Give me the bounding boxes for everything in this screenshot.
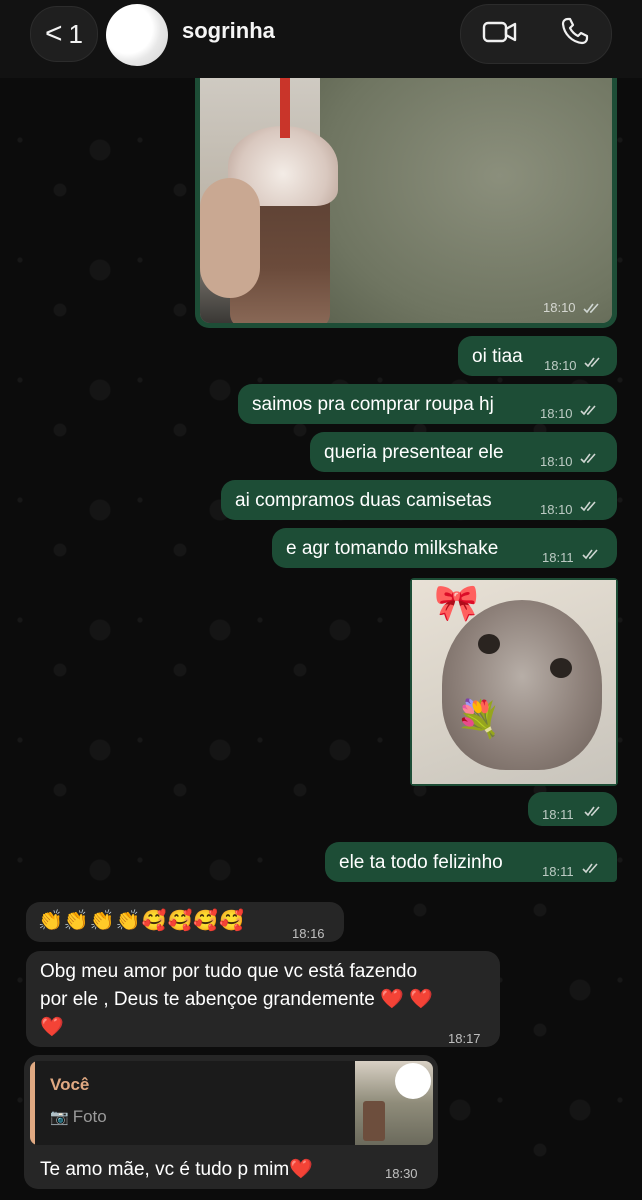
outgoing-message[interactable]: oi tiaa 18:10 — [458, 336, 617, 376]
reply-text: Te amo mãe, vc é tudo p mim❤️ — [40, 1159, 313, 1180]
outgoing-message[interactable]: e agr tomando milkshake 18:11 — [272, 528, 617, 568]
incoming-message[interactable]: Obg meu amor por tudo que vc está fazend… — [26, 951, 500, 1047]
outgoing-message[interactable]: saimos pra comprar roupa hj 18:10 — [238, 384, 617, 424]
message-time: 18:10 — [543, 300, 576, 315]
message-time: 18:30 — [385, 1166, 418, 1181]
unread-count: 1 — [68, 18, 83, 49]
read-ticks-icon — [580, 405, 596, 416]
quote-thumbnail — [355, 1061, 433, 1145]
camera-icon: 📷 — [50, 1109, 69, 1126]
video-call-icon[interactable] — [482, 18, 518, 46]
read-ticks-icon — [582, 863, 598, 874]
image-message[interactable]: 🎀 💐 — [410, 578, 618, 786]
bow-icon: 🎀 — [434, 582, 479, 623]
incoming-message[interactable]: 👏👏👏👏🥰🥰🥰🥰 18:16 — [26, 902, 344, 942]
image-message[interactable]: 18:10 — [195, 78, 617, 328]
outgoing-message[interactable]: ai compramos duas camisetas 18:10 — [221, 480, 617, 520]
quote-type: 📷 Foto — [50, 1107, 107, 1126]
phone-call-icon[interactable] — [560, 16, 590, 46]
read-ticks-icon — [580, 453, 596, 464]
avatar[interactable] — [106, 4, 168, 66]
outgoing-message[interactable]: ele ta todo felizinho 18:11 — [325, 842, 617, 882]
chevron-left-icon: < — [45, 17, 63, 50]
chat-header: < 1 sogrinha — [0, 0, 642, 78]
read-ticks-icon — [580, 501, 596, 512]
milkshake-photo — [200, 78, 612, 323]
read-ticks-icon — [583, 303, 599, 314]
quote-author: Você — [50, 1075, 90, 1094]
read-ticks-icon — [584, 357, 600, 368]
read-ticks-icon — [584, 806, 600, 817]
back-button[interactable]: < 1 — [30, 6, 98, 62]
quote-accent-bar — [30, 1061, 35, 1145]
outgoing-message-meta: 18:11 — [528, 792, 617, 826]
outgoing-message[interactable]: queria presentear ele 18:10 — [310, 432, 617, 472]
bouquet-icon: 💐 — [456, 698, 501, 739]
quoted-message[interactable]: Você 📷 Foto — [30, 1061, 433, 1145]
contact-name[interactable]: sogrinha — [182, 18, 275, 44]
kitten-photo: 🎀 💐 — [412, 580, 616, 784]
read-ticks-icon — [582, 549, 598, 560]
